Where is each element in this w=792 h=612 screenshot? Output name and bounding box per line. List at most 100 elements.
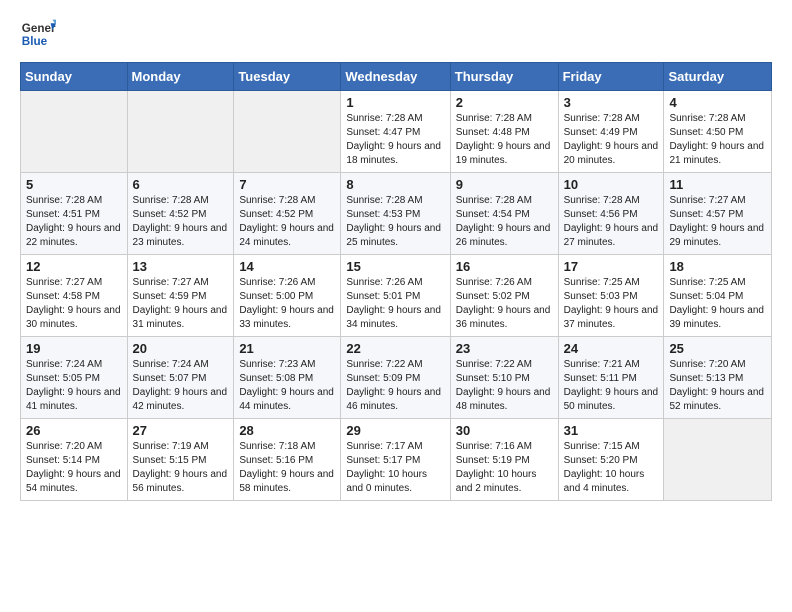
day-number: 28 [239,423,335,438]
day-number: 3 [564,95,659,110]
calendar-cell: 9 Sunrise: 7:28 AMSunset: 4:54 PMDaylight… [450,173,558,255]
weekday-header-saturday: Saturday [664,63,772,91]
day-info: Sunrise: 7:16 AMSunset: 5:19 PMDaylight:… [456,440,553,496]
calendar-cell: 31 Sunrise: 7:15 AMSunset: 5:20 PMDayligh… [558,419,664,501]
calendar-table: SundayMondayTuesdayWednesdayThursdayFrid… [20,62,772,501]
day-info: Sunrise: 7:28 AMSunset: 4:54 PMDaylight:… [456,194,553,250]
day-info: Sunrise: 7:28 AMSunset: 4:53 PMDaylight:… [346,194,444,250]
calendar-cell: 16Sunrise: 7:26 AMSunset: 5:02 PMDayligh… [450,255,558,337]
day-number: 5 [26,177,122,192]
day-number: 2 [456,95,553,110]
day-number: 18 [669,259,766,274]
day-info: Sunrise: 7:26 AMSunset: 5:00 PMDaylight:… [239,276,335,332]
day-info: Sunrise: 7:24 AMSunset: 5:05 PMDaylight:… [26,358,122,414]
day-number: 17 [564,259,659,274]
calendar-cell: 7Sunrise: 7:28 AMSunset: 4:52 PMDaylight… [234,173,341,255]
day-number: 12 [26,259,122,274]
calendar-cell: 19 Sunrise: 7:24 AMSunset: 5:05 PMDayligh… [21,337,128,419]
calendar-cell: 27 Sunrise: 7:19 AMSunset: 5:15 PMDayligh… [127,419,234,501]
day-number: 30 [456,423,553,438]
day-number: 13 [133,259,229,274]
calendar-week-row: 5 Sunrise: 7:28 AMSunset: 4:51 PMDaylight… [21,173,772,255]
day-number: 20 [133,341,229,356]
day-info: Sunrise: 7:15 AMSunset: 5:20 PMDaylight:… [564,440,659,496]
day-info: Sunrise: 7:27 AMSunset: 4:59 PMDaylight:… [133,276,229,332]
day-number: 10 [564,177,659,192]
weekday-header-wednesday: Wednesday [341,63,450,91]
day-info: Sunrise: 7:28 AMSunset: 4:52 PMDaylight:… [133,194,229,250]
calendar-cell: 26 Sunrise: 7:20 AMSunset: 5:14 PMDayligh… [21,419,128,501]
day-number: 9 [456,177,553,192]
logo-icon: General Blue [20,16,56,52]
weekday-header-friday: Friday [558,63,664,91]
day-info: Sunrise: 7:21 AMSunset: 5:11 PMDaylight:… [564,358,659,414]
calendar-cell: 25 Sunrise: 7:20 AMSunset: 5:13 PMDayligh… [664,337,772,419]
day-number: 15 [346,259,444,274]
calendar-cell [234,91,341,173]
day-number: 31 [564,423,659,438]
calendar-cell: 6 Sunrise: 7:28 AMSunset: 4:52 PMDaylight… [127,173,234,255]
calendar-cell: 4Sunrise: 7:28 AMSunset: 4:50 PMDaylight… [664,91,772,173]
weekday-header-tuesday: Tuesday [234,63,341,91]
logo: General Blue [20,16,56,52]
day-info: Sunrise: 7:28 AMSunset: 4:50 PMDaylight:… [669,112,766,168]
calendar-cell: 8 Sunrise: 7:28 AMSunset: 4:53 PMDaylight… [341,173,450,255]
calendar-cell: 22Sunrise: 7:22 AMSunset: 5:09 PMDayligh… [341,337,450,419]
day-number: 8 [346,177,444,192]
svg-text:Blue: Blue [22,35,48,48]
day-number: 19 [26,341,122,356]
day-info: Sunrise: 7:18 AMSunset: 5:16 PMDaylight:… [239,440,335,496]
day-number: 26 [26,423,122,438]
day-info: Sunrise: 7:27 AMSunset: 4:58 PMDaylight:… [26,276,122,332]
calendar-cell: 2 Sunrise: 7:28 AMSunset: 4:48 PMDaylight… [450,91,558,173]
calendar-cell: 24 Sunrise: 7:21 AMSunset: 5:11 PMDayligh… [558,337,664,419]
day-number: 29 [346,423,444,438]
day-info: Sunrise: 7:24 AMSunset: 5:07 PMDaylight:… [133,358,229,414]
day-number: 24 [564,341,659,356]
calendar-cell: 15 Sunrise: 7:26 AMSunset: 5:01 PMDayligh… [341,255,450,337]
day-info: Sunrise: 7:27 AMSunset: 4:57 PMDaylight:… [669,194,766,250]
calendar-week-row: 19 Sunrise: 7:24 AMSunset: 5:05 PMDayligh… [21,337,772,419]
calendar-cell: 13 Sunrise: 7:27 AMSunset: 4:59 PMDayligh… [127,255,234,337]
day-number: 14 [239,259,335,274]
weekday-header-sunday: Sunday [21,63,128,91]
calendar-cell [127,91,234,173]
day-number: 21 [239,341,335,356]
calendar-week-row: 12 Sunrise: 7:27 AMSunset: 4:58 PMDayligh… [21,255,772,337]
day-info: Sunrise: 7:28 AMSunset: 4:48 PMDaylight:… [456,112,553,168]
calendar-cell: 17 Sunrise: 7:25 AMSunset: 5:03 PMDayligh… [558,255,664,337]
day-info: Sunrise: 7:25 AMSunset: 5:04 PMDaylight:… [669,276,766,332]
day-info: Sunrise: 7:28 AMSunset: 4:56 PMDaylight:… [564,194,659,250]
calendar-cell: 20 Sunrise: 7:24 AMSunset: 5:07 PMDayligh… [127,337,234,419]
calendar-cell: 11Sunrise: 7:27 AMSunset: 4:57 PMDayligh… [664,173,772,255]
day-info: Sunrise: 7:28 AMSunset: 4:51 PMDaylight:… [26,194,122,250]
calendar-cell: 1 Sunrise: 7:28 AMSunset: 4:47 PMDaylight… [341,91,450,173]
calendar-cell [21,91,128,173]
day-info: Sunrise: 7:20 AMSunset: 5:14 PMDaylight:… [26,440,122,496]
day-number: 6 [133,177,229,192]
day-info: Sunrise: 7:28 AMSunset: 4:49 PMDaylight:… [564,112,659,168]
day-number: 25 [669,341,766,356]
day-number: 16 [456,259,553,274]
day-info: Sunrise: 7:20 AMSunset: 5:13 PMDaylight:… [669,358,766,414]
page: General Blue SundayMondayTuesdayWednesda… [0,0,792,511]
day-number: 22 [346,341,444,356]
calendar-cell: 10 Sunrise: 7:28 AMSunset: 4:56 PMDayligh… [558,173,664,255]
calendar-cell: 12 Sunrise: 7:27 AMSunset: 4:58 PMDayligh… [21,255,128,337]
weekday-header-monday: Monday [127,63,234,91]
day-info: Sunrise: 7:28 AMSunset: 4:47 PMDaylight:… [346,112,444,168]
calendar-cell: 21 Sunrise: 7:23 AMSunset: 5:08 PMDayligh… [234,337,341,419]
day-number: 27 [133,423,229,438]
day-number: 1 [346,95,444,110]
header: General Blue [20,16,772,52]
day-info: Sunrise: 7:23 AMSunset: 5:08 PMDaylight:… [239,358,335,414]
day-info: Sunrise: 7:19 AMSunset: 5:15 PMDaylight:… [133,440,229,496]
calendar-cell: 14 Sunrise: 7:26 AMSunset: 5:00 PMDayligh… [234,255,341,337]
day-number: 23 [456,341,553,356]
weekday-header-thursday: Thursday [450,63,558,91]
day-number: 7 [239,177,335,192]
day-info: Sunrise: 7:25 AMSunset: 5:03 PMDaylight:… [564,276,659,332]
calendar-cell: 5 Sunrise: 7:28 AMSunset: 4:51 PMDaylight… [21,173,128,255]
day-info: Sunrise: 7:26 AMSunset: 5:01 PMDaylight:… [346,276,444,332]
calendar-cell: 29Sunrise: 7:17 AMSunset: 5:17 PMDayligh… [341,419,450,501]
